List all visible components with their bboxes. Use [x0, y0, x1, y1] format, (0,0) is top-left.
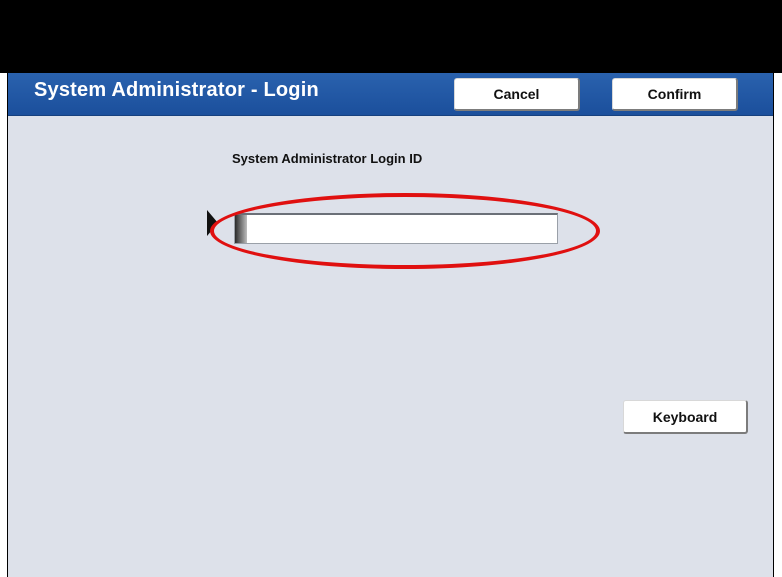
input-cursor-shade [235, 215, 247, 243]
login-screen: System Administrator - Login Cancel Conf… [7, 73, 774, 577]
page-title: System Administrator - Login [34, 79, 319, 101]
confirm-button[interactable]: Confirm [612, 78, 738, 111]
cancel-button[interactable]: Cancel [454, 78, 580, 111]
title-bar: System Administrator - Login Cancel Conf… [8, 73, 773, 116]
login-id-input[interactable] [234, 213, 558, 244]
device-screen: System Administrator - Login Cancel Conf… [0, 0, 782, 577]
login-id-label: System Administrator Login ID [232, 151, 423, 166]
keyboard-button[interactable]: Keyboard [623, 400, 748, 434]
field-pointer-icon [207, 210, 218, 236]
top-black-bar [0, 0, 782, 73]
